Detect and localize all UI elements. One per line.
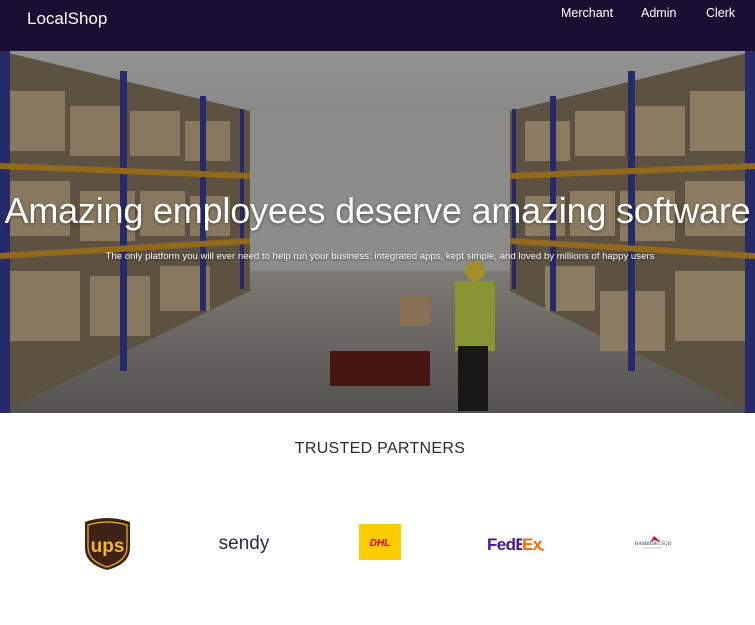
ups-logo-text: ups — [91, 536, 125, 557]
brand-logo-link[interactable]: LocalShop — [27, 9, 107, 29]
hamburg-sud-logo: HAMBURG SÜD — [626, 534, 680, 552]
partners-heading: TRUSTED PARTNERS — [294, 440, 466, 457]
hero-banner: Amazing employees deserve amazing softwa… — [0, 51, 755, 413]
dhl-logo: DHL — [359, 524, 401, 560]
nav-clerk-link[interactable]: Clerk — [706, 6, 735, 20]
nav-merchant-link[interactable]: Merchant — [561, 6, 613, 20]
sendy-logo-text: sendy — [219, 533, 270, 554]
hamburg-sud-logo-text: HAMBURG SÜD — [635, 541, 672, 547]
sendy-logo: sendy — [214, 530, 274, 554]
ups-logo: ups — [80, 516, 135, 571]
svg-text:Ex: Ex — [522, 535, 543, 554]
warehouse-background-image — [0, 51, 755, 413]
nav-admin-link[interactable]: Admin — [641, 6, 676, 20]
hero-subtitle: The only platform you will ever need to … — [105, 251, 655, 262]
fedex-logo: FedEx Ex — [486, 532, 546, 554]
hero-title: Amazing employees deserve amazing softwa… — [4, 190, 751, 231]
dhl-logo-text: DHL — [370, 538, 391, 549]
top-navbar: LocalShop Merchant Admin Clerk — [0, 0, 755, 51]
